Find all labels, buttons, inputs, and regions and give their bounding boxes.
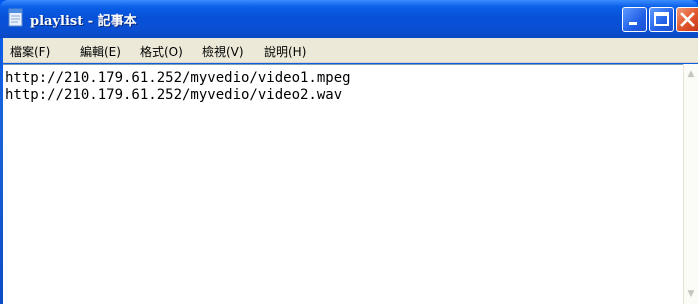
menu-format[interactable]: 格式(O) [140, 43, 183, 60]
close-button[interactable] [676, 7, 698, 32]
text-editor[interactable]: http://210.179.61.252/myvedio/video1.mpe… [3, 64, 683, 304]
scroll-down-icon[interactable]: ▼ [684, 286, 698, 302]
notepad-window: playlist - 記事本 檔案(F) 編輯(E) 格式(O) 檢視(V) 說… [0, 0, 698, 304]
scroll-up-icon[interactable]: ▲ [684, 66, 698, 82]
window-title: playlist - 記事本 [30, 14, 137, 29]
minimize-icon [629, 22, 637, 25]
maximize-icon [654, 12, 669, 26]
minimize-button[interactable] [622, 7, 647, 32]
vertical-scrollbar[interactable]: ▲ ▼ [683, 64, 698, 304]
title-bar[interactable]: playlist - 記事本 [0, 0, 698, 38]
menu-file[interactable]: 檔案(F) [10, 43, 50, 60]
menu-help[interactable]: 說明(H) [264, 43, 306, 60]
text-line: http://210.179.61.252/myvedio/video2.wav [5, 87, 343, 103]
menu-edit[interactable]: 編輯(E) [80, 43, 121, 60]
menu-view[interactable]: 檢視(V) [202, 43, 244, 60]
text-line: http://210.179.61.252/myvedio/video1.mpe… [5, 70, 351, 86]
menu-bar: 檔案(F) 編輯(E) 格式(O) 檢視(V) 說明(H) [3, 38, 698, 63]
maximize-button[interactable] [649, 7, 674, 32]
close-icon [680, 12, 695, 27]
notepad-icon [8, 8, 23, 27]
